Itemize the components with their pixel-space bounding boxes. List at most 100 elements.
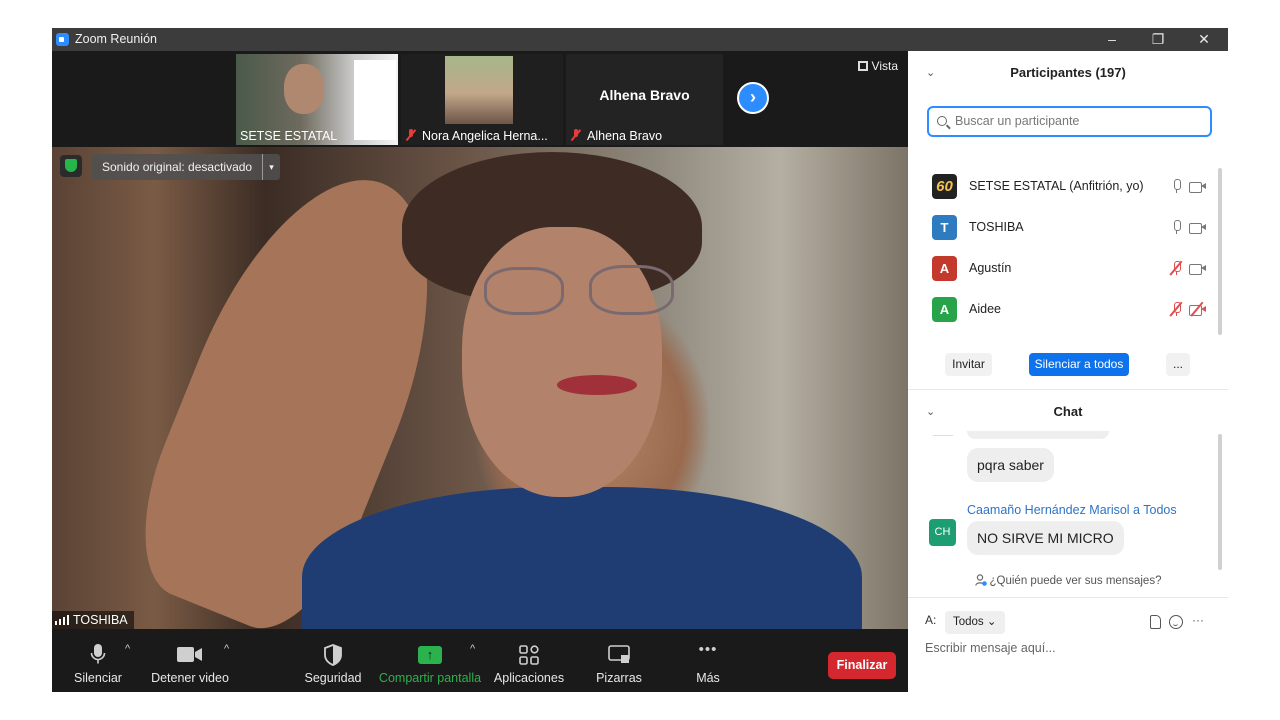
mic-muted-icon [405,129,417,141]
participant-row[interactable]: A Agustín [908,248,1218,289]
microphone-muted-icon[interactable] [1169,301,1183,317]
participants-title: Participantes (197) [1010,65,1126,80]
search-icon [937,116,947,126]
collapse-chevron-icon[interactable]: ⌄ [926,392,935,432]
video-camera-icon[interactable] [1189,222,1206,234]
participant-name: TOSHIBA [969,220,1024,234]
participant-row[interactable]: A Aidee [908,289,1218,330]
video-camera-icon[interactable] [1189,181,1206,193]
participant-row[interactable]: T TOSHIBA [908,207,1218,248]
end-meeting-button[interactable]: Finalizar [828,652,896,679]
recipient-select[interactable]: Todos ⌄ [945,611,1005,634]
apps-icon [519,645,539,665]
share-screen-icon: ↑ [418,646,442,664]
participant-name-big: Alhena Bravo [599,87,690,103]
more-dots-icon: ••• [698,641,718,658]
thumb-label: SETSE ESTATAL [240,129,338,143]
participant-name: Agustín [969,261,1012,275]
mic-muted-icon [570,129,582,141]
participant-name: SETSE ESTATAL (Anfitrión, yo) [969,179,1144,193]
chat-more-icon[interactable]: ··· [1192,613,1204,627]
participants-header: ⌄ Participantes (197) [908,53,1228,93]
restore-button[interactable]: ❐ [1135,28,1181,51]
original-sound-label: Sonido original: desactivado [102,160,253,174]
thumb-label: Nora Angelica Herna... [405,129,548,143]
avatar: 60 [932,174,957,199]
share-screen-button[interactable]: ↑ Compartir pantalla [378,629,482,692]
avatar: A [932,297,957,322]
video-camera-off-icon[interactable] [1189,301,1206,317]
video-figure-lips [557,375,637,395]
mute-button[interactable]: Silenciar [70,629,126,692]
recipient-label: A: [925,613,937,627]
participant-name: Aidee [969,302,1001,316]
shield-icon [324,644,342,666]
microphone-icon[interactable] [1171,179,1181,194]
partial-message-bubble [967,431,1109,439]
participant-search-input[interactable]: Buscar un participante [927,106,1212,137]
file-icon[interactable] [1150,615,1161,629]
video-figure-glasses [484,267,564,315]
whiteboard-icon [608,645,630,663]
invite-button[interactable]: Invitar [945,353,992,376]
thumb-label: Alhena Bravo [570,129,662,143]
zoom-logo-icon [56,33,69,46]
avatar: T [932,215,957,240]
who-can-see-link[interactable]: ¿Quién puede ver sus mensajes? [908,574,1228,587]
security-button[interactable]: Seguridad [302,629,364,692]
participants-scrollbar[interactable] [1218,168,1222,335]
microphone-icon[interactable] [1171,220,1181,235]
chat-sender[interactable]: Caamaño Hernández Marisol a Todos [967,503,1177,517]
active-speaker-video: Sonido original: desactivado ▾ TOSHIBA [52,147,908,629]
chevron-down-icon[interactable]: ▾ [262,154,280,180]
speaker-name-tag: TOSHIBA [52,611,134,629]
title-bar: Zoom Reunión – ❐ ✕ [52,28,1228,51]
collapse-chevron-icon[interactable]: ⌄ [926,53,935,93]
zoom-window: Zoom Reunión – ❐ ✕ SETSE ESTATAL Nora An… [52,28,1228,692]
thumbnail-setse-estatal[interactable]: SETSE ESTATAL [236,54,398,145]
participant-video-thumb [284,64,324,114]
divider [933,435,953,436]
recipient-row: A: Todos ⌄ ··· [925,611,1215,634]
search-placeholder: Buscar un participante [955,114,1080,128]
video-figure-glasses [589,265,674,315]
audio-options-caret[interactable]: ^ [125,643,130,655]
chat-scrollbar[interactable] [1218,434,1222,570]
meeting-toolbar: Silenciar ^ Detener video ^ Seguridad ↑ … [52,629,908,692]
gallery-strip: SETSE ESTATAL Nora Angelica Herna... Alh… [52,51,908,147]
side-panel: ⌄ Participantes (197) Buscar un particip… [908,51,1228,692]
thumbnail-nora[interactable]: Nora Angelica Herna... [401,54,563,145]
grid-view-icon [857,61,868,71]
apps-button[interactable]: Aplicaciones [492,629,566,692]
avatar: CH [929,519,956,546]
video-options-caret[interactable]: ^ [224,643,229,655]
video-camera-icon [177,647,202,662]
participants-more-button[interactable]: ... [1166,353,1190,376]
more-button[interactable]: ••• Más [680,629,736,692]
video-camera-icon[interactable] [1189,263,1206,275]
whiteboards-button[interactable]: Pizarras [592,629,646,692]
microphone-muted-icon[interactable] [1169,260,1183,276]
thumbnail-alhena[interactable]: Alhena Bravo Alhena Bravo [566,54,723,145]
stop-video-button[interactable]: Detener video [147,629,233,692]
share-options-caret[interactable]: ^ [470,643,475,655]
chat-message: pqra saber [967,448,1054,482]
view-button[interactable]: Vista [857,59,898,73]
emoji-icon[interactable] [1169,615,1183,629]
original-sound-toggle[interactable]: Sonido original: desactivado ▾ [92,154,280,180]
mute-all-button[interactable]: Silenciar a todos [1029,353,1129,376]
participant-row[interactable]: 60 SETSE ESTATAL (Anfitrión, yo) [908,166,1218,207]
microphone-icon [90,644,106,664]
minimize-button[interactable]: – [1089,28,1135,51]
chat-message-input[interactable]: Escribir mensaje aquí... [925,641,1215,661]
chat-header: ⌄ Chat [908,392,1228,432]
encryption-shield-icon[interactable] [60,155,82,177]
close-button[interactable]: ✕ [1181,28,1227,51]
avatar: A [932,256,957,281]
next-page-button[interactable]: › [737,82,769,114]
signal-strength-icon [55,615,69,625]
participant-video-thumb [445,56,513,124]
chat-title: Chat [1053,404,1083,419]
video-figure-blouse [302,487,862,629]
divider [908,389,1228,390]
